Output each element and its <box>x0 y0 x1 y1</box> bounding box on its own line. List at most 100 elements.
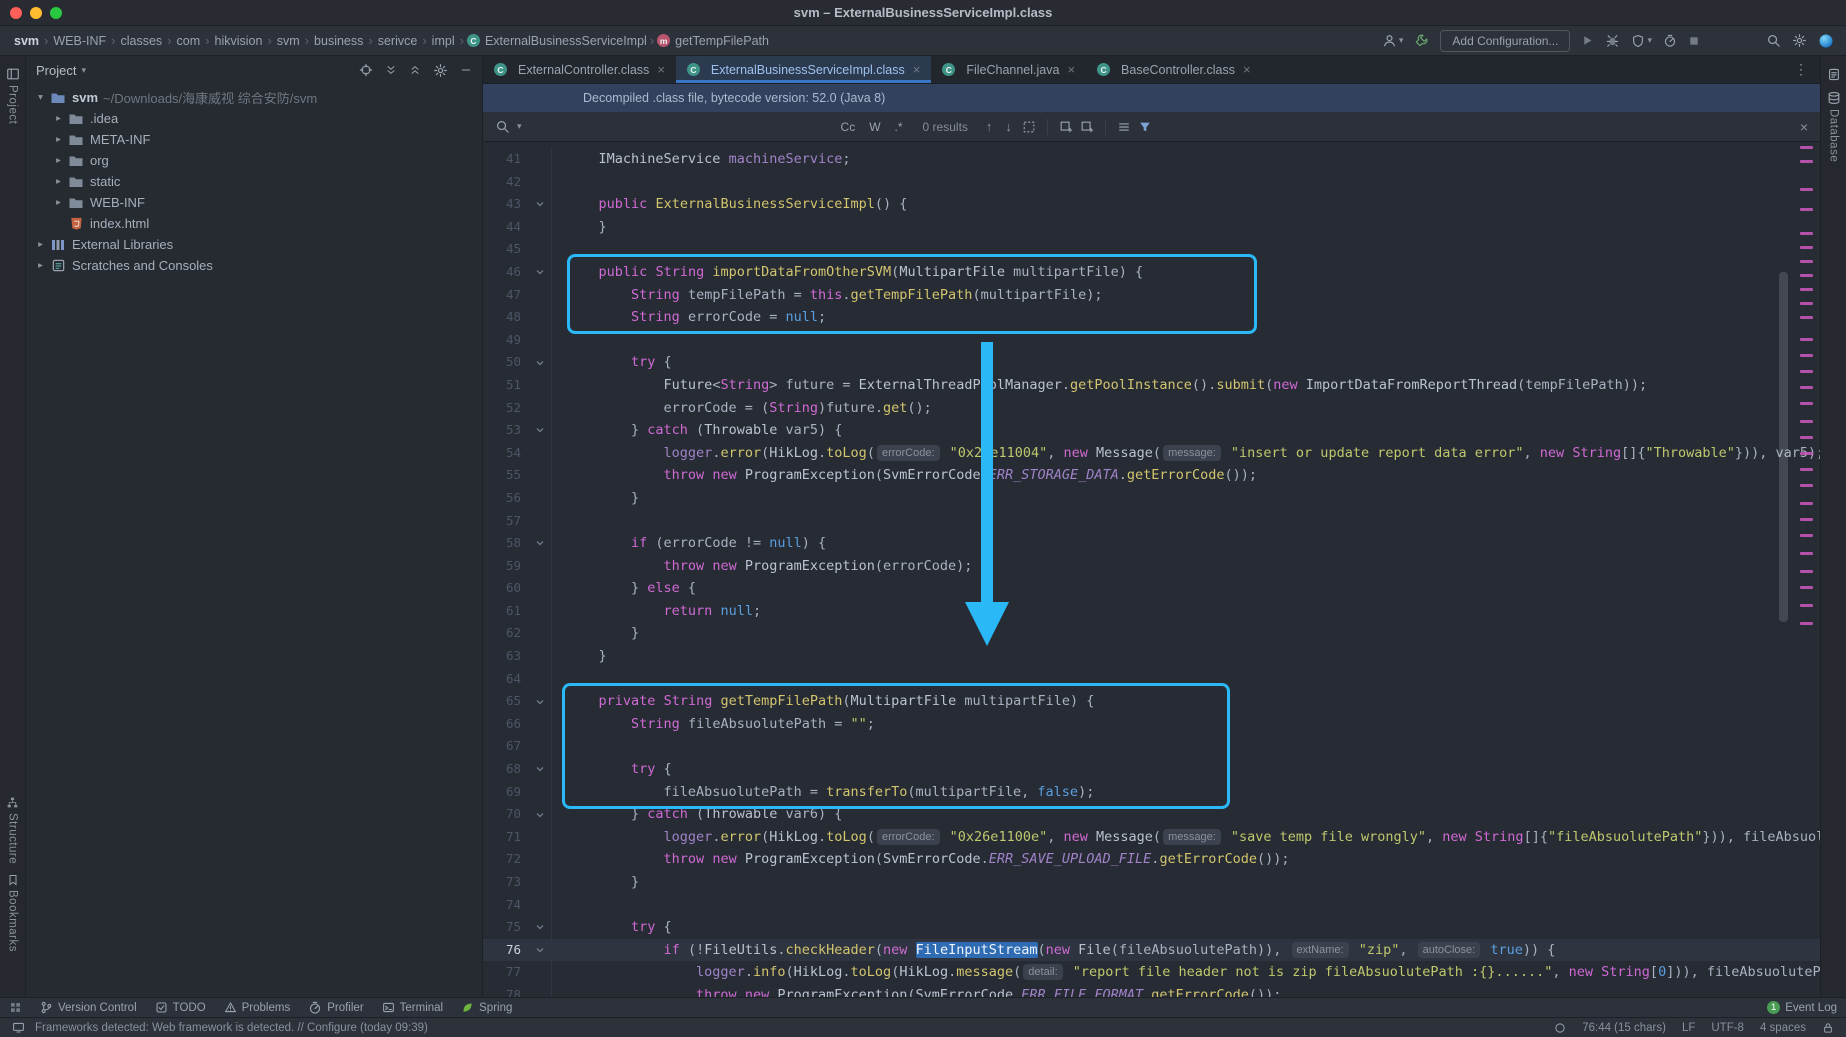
code-line-70[interactable]: 70 } catch (Throwable var6) { <box>483 803 1820 826</box>
close-tab-icon[interactable]: × <box>657 62 665 77</box>
tree-item-scratches-and-consoles[interactable]: ▸Scratches and Consoles <box>26 255 482 276</box>
find-input[interactable] <box>529 117 829 137</box>
code-line-52[interactable]: 52 errorCode = (String)future.get(); <box>483 397 1820 420</box>
tool-window-button-bookmarks[interactable]: Bookmarks <box>7 869 19 957</box>
close-tab-icon[interactable]: × <box>1067 62 1075 77</box>
close-tab-icon[interactable]: × <box>913 62 921 77</box>
tree-item-index-html[interactable]: index.html <box>26 213 482 234</box>
debug-button[interactable] <box>1605 33 1620 48</box>
settings-button[interactable] <box>1792 33 1807 48</box>
profile-run-button[interactable] <box>1663 34 1677 48</box>
select-all-occurrences-icon[interactable] <box>1022 120 1036 134</box>
code-line-44[interactable]: 44 } <box>483 216 1820 239</box>
code-line-72[interactable]: 72 throw new ProgramException(SvmErrorCo… <box>483 848 1820 871</box>
breadcrumb-item-serivce[interactable]: serivce <box>376 34 420 48</box>
tree-chevron-icon[interactable]: ▸ <box>50 176 67 187</box>
tree-item-external-libraries[interactable]: ▸External Libraries <box>26 234 482 255</box>
tree-chevron-icon[interactable]: ▸ <box>50 197 67 208</box>
fold-marker-icon[interactable] <box>529 351 551 374</box>
tool-button-version-control[interactable]: Version Control <box>40 1001 137 1015</box>
tool-button-profiler[interactable]: Profiler <box>308 1001 363 1015</box>
find-toggle-W[interactable]: W <box>864 119 885 135</box>
breadcrumb-item-WEB-INF[interactable]: WEB-INF <box>51 34 108 48</box>
breadcrumb-item-hikvision[interactable]: hikvision <box>213 34 265 48</box>
setup-sdk-button[interactable] <box>1414 33 1429 48</box>
breadcrumb-class-item[interactable]: CExternalBusinessServiceImpl <box>467 34 647 48</box>
code-line-55[interactable]: 55 throw new ProgramException(SvmErrorCo… <box>483 464 1820 487</box>
fold-marker-icon[interactable] <box>529 939 551 962</box>
fold-marker-icon[interactable] <box>529 916 551 939</box>
search-filter-icon[interactable] <box>1138 120 1152 134</box>
tree-chevron-icon[interactable]: ▸ <box>32 260 49 271</box>
tree-item-static[interactable]: ▸static <box>26 171 482 192</box>
code-line-62[interactable]: 62 } <box>483 622 1820 645</box>
indent-setting[interactable]: 4 spaces <box>1760 1022 1806 1034</box>
add-next-occurrence-icon[interactable] <box>1080 120 1094 134</box>
user-profile-button[interactable]: ▾ <box>1382 33 1404 48</box>
locate-file-icon[interactable] <box>359 63 373 77</box>
editor-tab-filechannel-java[interactable]: CFileChannel.java× <box>931 56 1086 83</box>
status-widget-icon[interactable] <box>1554 1022 1566 1034</box>
code-line-73[interactable]: 73 } <box>483 871 1820 894</box>
tool-button-problems[interactable]: Problems <box>224 1001 291 1015</box>
breadcrumb-item-com[interactable]: com <box>175 34 203 48</box>
tree-chevron-icon[interactable]: ▸ <box>32 239 49 250</box>
code-line-74[interactable]: 74 <box>483 894 1820 917</box>
code-line-65[interactable]: 65 private String getTempFilePath(Multip… <box>483 690 1820 713</box>
code-line-45[interactable]: 45 <box>483 238 1820 261</box>
close-window-button[interactable] <box>10 7 22 19</box>
collapse-all-icon[interactable] <box>409 64 421 76</box>
find-next-button[interactable]: ↓ <box>1002 119 1015 134</box>
code-line-75[interactable]: 75 try { <box>483 916 1820 939</box>
fold-marker-icon[interactable] <box>529 532 551 555</box>
code-line-77[interactable]: 77 logger.info(HikLog.toLog(HikLog.messa… <box>483 961 1820 984</box>
tree-item-org[interactable]: ▸org <box>26 150 482 171</box>
code-line-64[interactable]: 64 <box>483 668 1820 691</box>
find-toggle-[interactable]: .* <box>890 119 908 135</box>
breadcrumb-item-business[interactable]: business <box>312 34 365 48</box>
code-line-61[interactable]: 61 return null; <box>483 600 1820 623</box>
code-line-63[interactable]: 63 } <box>483 645 1820 668</box>
multiline-search-icon[interactable] <box>1117 120 1131 134</box>
tool-window-button-project[interactable]: Project <box>6 62 20 129</box>
code-line-53[interactable]: 53 } catch (Throwable var5) { <box>483 419 1820 442</box>
find-magnifier-icon[interactable] <box>495 119 510 134</box>
code-line-54[interactable]: 54 logger.error(HikLog.toLog(errorCode: … <box>483 442 1820 465</box>
tree-chevron-icon[interactable]: ▸ <box>50 155 67 166</box>
breadcrumb-item-classes[interactable]: classes <box>119 34 165 48</box>
search-history-caret[interactable]: ▾ <box>517 121 522 132</box>
add-configuration-button[interactable]: Add Configuration... <box>1440 30 1570 52</box>
add-selection-icon[interactable] <box>1059 120 1073 134</box>
code-line-67[interactable]: 67 <box>483 735 1820 758</box>
breadcrumb-item-impl[interactable]: impl <box>430 34 457 48</box>
code-line-49[interactable]: 49 <box>483 329 1820 352</box>
code-line-42[interactable]: 42 <box>483 171 1820 194</box>
editor-tab-externalcontroller-class[interactable]: CExternalController.class× <box>483 56 676 83</box>
find-toggle-Cc[interactable]: Cc <box>836 119 861 135</box>
breadcrumb-item-svm[interactable]: svm <box>12 34 41 48</box>
close-tab-icon[interactable]: × <box>1243 62 1251 77</box>
zoom-window-button[interactable] <box>50 7 62 19</box>
tree-chevron-icon[interactable]: ▸ <box>50 134 67 145</box>
code-line-57[interactable]: 57 <box>483 510 1820 533</box>
panel-settings-gear-icon[interactable] <box>433 63 448 78</box>
coverage-button[interactable]: ▾ <box>1631 34 1652 48</box>
editor-scrollbar[interactable] <box>1779 272 1788 622</box>
tool-window-button-database[interactable]: Database <box>1827 86 1841 167</box>
search-everywhere-button[interactable] <box>1766 33 1781 48</box>
close-find-bar-icon[interactable]: × <box>1800 119 1808 135</box>
project-view-dropdown[interactable]: ▾ <box>81 65 86 76</box>
breadcrumb-item-svm[interactable]: svm <box>275 34 302 48</box>
tree-item-svm[interactable]: ▾svm ~/Downloads/海康威视 综合安防/svm <box>26 87 482 108</box>
line-separator[interactable]: LF <box>1682 1022 1695 1034</box>
code-line-58[interactable]: 58 if (errorCode != null) { <box>483 532 1820 555</box>
find-previous-button[interactable]: ↑ <box>983 119 996 134</box>
editor-tab-basecontroller-class[interactable]: CBaseController.class× <box>1086 56 1262 83</box>
status-message[interactable]: Frameworks detected: Web framework is de… <box>35 1022 428 1034</box>
code-line-48[interactable]: 48 String errorCode = null; <box>483 306 1820 329</box>
notifications-button[interactable] <box>1827 62 1841 86</box>
breadcrumb-method-item[interactable]: mgetTempFilePath <box>657 34 769 48</box>
code-line-76[interactable]: 76 if (!FileUtils.checkHeader(new FileIn… <box>483 939 1820 962</box>
tool-button-terminal[interactable]: Terminal <box>382 1001 443 1015</box>
tool-window-switcher-icon[interactable] <box>9 1001 22 1014</box>
